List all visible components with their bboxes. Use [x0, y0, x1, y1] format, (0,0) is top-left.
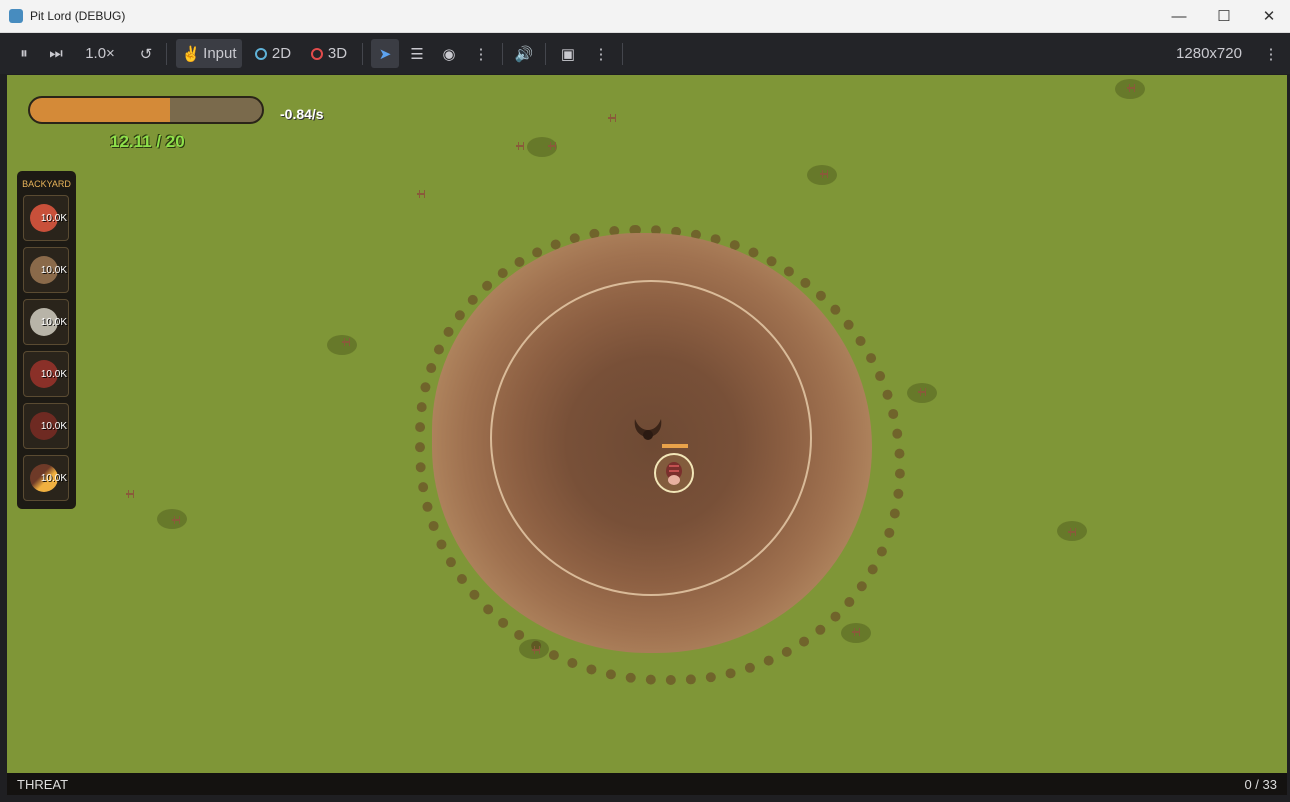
- inventory-title: BACKYARD: [22, 179, 71, 189]
- godot-app-icon: [9, 9, 23, 23]
- time-scale-button[interactable]: 1.0×: [78, 39, 122, 68]
- inventory-slot[interactable]: 10.0K: [23, 455, 69, 501]
- player-health-bar: [662, 444, 688, 448]
- inventory-slot[interactable]: 10.0K: [23, 351, 69, 397]
- ant-enemy: [1065, 527, 1079, 537]
- next-frame-icon[interactable]: ⏭: [44, 39, 68, 68]
- maximize-icon[interactable]: ☐: [1201, 0, 1247, 32]
- input-mode-label: Input: [203, 45, 237, 62]
- debug-toolbar: ⏸ ⏭ 1.0× ↺ ✌ Input 2D 3D ➤ ☰ ◉ ⋮ 🔊 ▣ ⋮ 1…: [0, 33, 1290, 74]
- inventory-slot[interactable]: 10.0K: [23, 299, 69, 345]
- ant-enemy: [817, 169, 831, 179]
- minimize-icon[interactable]: —: [1156, 0, 1202, 32]
- resource-bar-fill: [30, 98, 171, 122]
- item-quantity: 10.0K: [40, 421, 67, 432]
- 3d-mode-button[interactable]: 3D: [306, 39, 352, 68]
- resource-rate: -0.84/s: [280, 106, 324, 122]
- ant-enemy: [513, 141, 527, 151]
- player-character[interactable]: [654, 453, 694, 493]
- resolution-label: 1280x720: [1176, 45, 1242, 62]
- ant-enemy: [123, 489, 137, 499]
- 2d-mode-button[interactable]: 2D: [250, 39, 296, 68]
- threat-label: THREAT: [17, 777, 69, 792]
- viewport-menu-icon[interactable]: ⋮: [1260, 39, 1282, 68]
- ant-enemy: [414, 189, 428, 199]
- reset-speed-icon[interactable]: ↺: [134, 39, 158, 68]
- toolbar-separator: [362, 43, 363, 65]
- inventory-slot[interactable]: 10.0K: [23, 247, 69, 293]
- ant-enemy: [545, 141, 559, 151]
- item-quantity: 10.0K: [40, 265, 67, 276]
- pit-lord-horns-icon: [634, 419, 662, 440]
- eye-icon[interactable]: ◉: [436, 39, 462, 68]
- 3d-circle-icon: [310, 47, 323, 60]
- ant-enemy: [169, 515, 183, 525]
- resource-amount: 12.11 / 20: [110, 132, 185, 151]
- window-title: Pit Lord (DEBUG): [30, 9, 126, 23]
- 2d-mode-label: 2D: [271, 45, 292, 62]
- hand-icon: ✌: [181, 45, 201, 63]
- threat-count: 0 / 33: [1244, 777, 1277, 792]
- select-arrow-icon[interactable]: ➤: [371, 39, 399, 68]
- inventory-slot[interactable]: 10.0K: [23, 403, 69, 449]
- close-icon[interactable]: ✕: [1246, 0, 1290, 32]
- speaker-icon[interactable]: 🔊: [511, 39, 537, 68]
- list-select-icon[interactable]: ☰: [404, 39, 430, 68]
- imp-icon: [666, 462, 682, 485]
- 2d-circle-icon: [254, 47, 267, 60]
- toolbar-separator: [622, 43, 623, 65]
- suspend-icon[interactable]: ⏸: [12, 39, 36, 68]
- inventory-panel: BACKYARD 10.0K 10.0K 10.0K 10.0K 10.0K 1…: [17, 171, 76, 509]
- ant-enemy: [1124, 83, 1138, 93]
- item-quantity: 10.0K: [40, 369, 67, 380]
- game-viewport[interactable]: [7, 75, 1287, 773]
- resource-bar: [28, 96, 264, 124]
- 3d-mode-label: 3D: [327, 45, 348, 62]
- ant-enemy: [339, 337, 353, 347]
- camera-options-icon[interactable]: ⋮: [588, 39, 614, 68]
- input-mode-button[interactable]: ✌ Input: [176, 39, 242, 68]
- ant-enemy: [529, 645, 543, 655]
- camera-icon[interactable]: ▣: [555, 39, 581, 68]
- toolbar-separator: [545, 43, 546, 65]
- window-titlebar: Pit Lord (DEBUG) — ☐ ✕: [0, 0, 1290, 33]
- ant-enemy: [849, 627, 863, 637]
- toolbar-separator: [502, 43, 503, 65]
- item-quantity: 10.0K: [40, 213, 67, 224]
- toolbar-separator: [166, 43, 167, 65]
- inventory-slot[interactable]: 10.0K: [23, 195, 69, 241]
- ant-enemy: [605, 113, 619, 123]
- item-quantity: 10.0K: [40, 473, 67, 484]
- ant-enemy: [915, 387, 929, 397]
- threat-bar: THREAT 0 / 33: [7, 773, 1287, 795]
- item-quantity: 10.0K: [40, 317, 67, 328]
- more-options-icon[interactable]: ⋮: [468, 39, 494, 68]
